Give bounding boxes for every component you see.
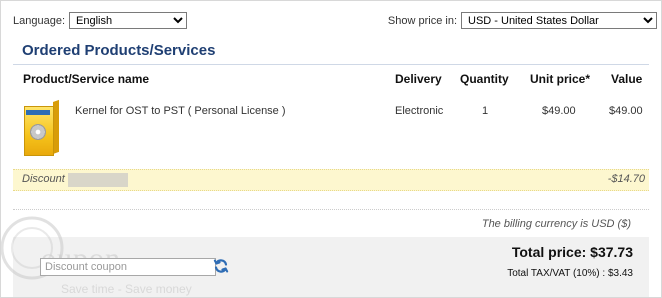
discount-coupon-input[interactable]: [40, 258, 216, 276]
language-select[interactable]: English: [69, 12, 187, 29]
header-quantity: Quantity: [460, 72, 509, 86]
language-label: Language:: [13, 14, 65, 27]
discount-label: Discount: [22, 173, 65, 185]
currency-label: Show price in:: [387, 14, 457, 27]
product-box-icon: [24, 99, 59, 156]
refresh-icon[interactable]: [213, 258, 229, 274]
currency-selector: Show price in: USD - United States Dolla…: [388, 12, 657, 29]
product-value: $49.00: [609, 105, 643, 117]
product-name: Kernel for OST to PST ( Personal License…: [75, 105, 286, 117]
header-value: Value: [611, 72, 643, 86]
total-tax: Total TAX/VAT (10%) : $3.43: [507, 268, 633, 279]
header-unit-price: Unit price*: [530, 72, 591, 86]
product-delivery: Electronic: [395, 105, 444, 117]
title-divider: [13, 64, 649, 65]
product-unit-price: $49.00: [542, 105, 576, 117]
section-divider: [13, 209, 649, 210]
discount-code-redacted: [68, 173, 128, 187]
discount-value: -$14.70: [607, 173, 645, 185]
language-selector: Language: English: [13, 12, 187, 29]
billing-currency-note: The billing currency is USD ($): [481, 218, 631, 230]
header-delivery: Delivery: [395, 72, 442, 86]
page-title: Ordered Products/Services: [22, 42, 216, 59]
order-summary-panel: Language: English Show price in: USD - U…: [0, 0, 662, 298]
total-price: Total price: $37.73: [511, 244, 633, 260]
header-product-name: Product/Service name: [23, 72, 150, 86]
product-quantity: 1: [482, 105, 489, 117]
discount-row: Discount -$14.70: [13, 169, 649, 191]
currency-select[interactable]: USD - United States Dollar: [461, 12, 657, 29]
